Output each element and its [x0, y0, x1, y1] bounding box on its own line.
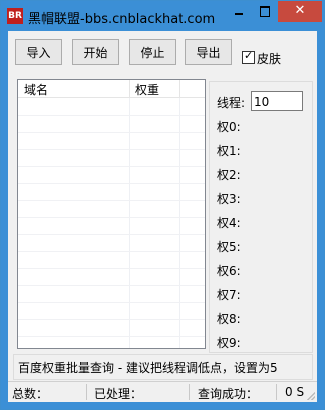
grid-line [18, 200, 205, 201]
skin-checkbox-label[interactable]: 皮肤 [257, 50, 281, 67]
threads-label: 线程: [217, 96, 246, 110]
grid-line [18, 166, 205, 167]
window-title: 黑帽联盟-bbs.cnblackhat.com [28, 12, 216, 27]
threads-input[interactable]: 10 [251, 91, 303, 111]
close-icon: ✕ [294, 3, 306, 18]
maximize-button[interactable] [252, 1, 278, 22]
domain-list[interactable]: 域名 权重 [17, 79, 206, 349]
grid-line [179, 98, 180, 348]
grid-line [18, 336, 205, 337]
grid-line [129, 98, 130, 348]
checkmark-icon: ✓ [244, 49, 254, 62]
skin-checkbox[interactable]: ✓ [242, 49, 255, 64]
weight-2-label: 权2: [217, 168, 241, 182]
status-divider [189, 384, 190, 400]
weight-9-label: 权9: [217, 336, 241, 350]
grid-line [18, 132, 205, 133]
import-button[interactable]: 导入 [15, 39, 62, 65]
column-divider[interactable] [179, 80, 180, 97]
close-button[interactable]: ✕ [278, 1, 322, 22]
grid-line [18, 217, 205, 218]
weight-3-label: 权3: [217, 192, 241, 206]
grid-line [18, 268, 205, 269]
minimize-icon [235, 13, 243, 15]
status-message: 百度权重批量查询 - 建议把线程调低点，设置为5 [18, 361, 278, 375]
weight-7-label: 权7: [217, 288, 241, 302]
weight-8-label: 权8: [217, 312, 241, 326]
status-divider [276, 384, 277, 400]
status-divider [86, 384, 87, 400]
processed-count-label: 已处理： [94, 387, 143, 401]
start-button[interactable]: 开始 [72, 39, 119, 65]
maximize-icon [260, 6, 270, 17]
title-bar[interactable]: BR 黑帽联盟-bbs.cnblackhat.com ✕ [1, 1, 324, 31]
success-count-label: 查询成功： [198, 387, 259, 401]
total-count-label: 总数： [12, 387, 49, 401]
grid-line [18, 149, 205, 150]
weight-4-label: 权4: [217, 216, 241, 230]
weight-6-label: 权6: [217, 264, 241, 278]
grid-line [18, 115, 205, 116]
status-bar: 总数： 已处理： 查询成功： 0 S [8, 381, 317, 402]
grid-line [18, 183, 205, 184]
client-area: 导入 开始 停止 导出 ✓ 皮肤 域名 权重 线程: 10 权0: 权1: 权2… [8, 31, 317, 402]
grid-line [18, 319, 205, 320]
result-panel: 线程: 10 权0: 权1: 权2: 权3: 权4: 权5: 权6: 权7: 权… [209, 81, 313, 353]
column-header-domain[interactable]: 域名 [24, 81, 48, 98]
elapsed-time: 0 S [285, 385, 305, 399]
status-message-box: 百度权重批量查询 - 建议把线程调低点，设置为5 [13, 354, 313, 380]
grid-line [18, 285, 205, 286]
grid-line [18, 302, 205, 303]
weight-0-label: 权0: [217, 120, 241, 134]
stop-button[interactable]: 停止 [129, 39, 176, 65]
resize-grip-icon[interactable] [307, 392, 315, 400]
grid-line [18, 251, 205, 252]
column-divider[interactable] [129, 80, 130, 97]
app-logo-icon: BR [7, 8, 23, 24]
column-header-weight[interactable]: 权重 [135, 81, 159, 98]
minimize-button[interactable] [226, 1, 252, 22]
export-button[interactable]: 导出 [185, 39, 232, 65]
grid-line [18, 234, 205, 235]
app-window: BR 黑帽联盟-bbs.cnblackhat.com ✕ 导入 开始 停止 导出… [0, 0, 325, 410]
weight-5-label: 权5: [217, 240, 241, 254]
list-header: 域名 权重 [18, 80, 205, 98]
weight-1-label: 权1: [217, 144, 241, 158]
